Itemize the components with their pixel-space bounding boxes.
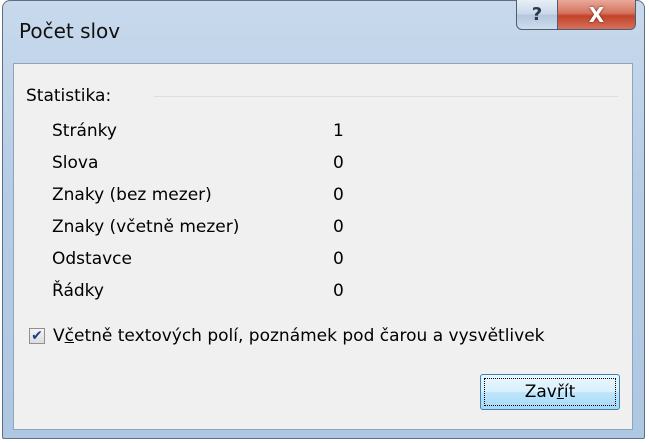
- dialog-title: Počet slov: [19, 19, 121, 43]
- help-button[interactable]: ?: [516, 0, 558, 30]
- close-button[interactable]: Zavřít: [480, 374, 620, 410]
- stat-label: Slova: [52, 153, 99, 173]
- stat-value: 0: [333, 185, 344, 205]
- stat-value: 0: [333, 153, 344, 173]
- include-textboxes-label[interactable]: Včetně textových polí, poznámek pod čaro…: [53, 326, 545, 346]
- help-icon: ?: [531, 4, 543, 25]
- caption-buttons: ? X: [516, 0, 636, 30]
- stat-value: 0: [333, 249, 344, 269]
- stat-value: 0: [333, 281, 344, 301]
- window-close-button[interactable]: X: [558, 0, 636, 30]
- group-divider: [154, 96, 618, 97]
- stat-value: 0: [333, 217, 344, 237]
- checkmark-icon: ✔: [31, 328, 43, 344]
- stat-label: Stránky: [52, 121, 117, 141]
- statistics-group-label: Statistika:: [26, 86, 112, 106]
- focus-rectangle: [484, 378, 616, 406]
- close-icon: X: [588, 2, 605, 27]
- stat-label: Znaky (včetně mezer): [52, 217, 240, 237]
- stat-label: Odstavce: [52, 249, 132, 269]
- stat-label: Řádky: [52, 281, 104, 301]
- dialog-body: Statistika: Stránky 1 Slova 0 Znaky (bez…: [13, 63, 633, 430]
- stat-value: 1: [333, 121, 344, 141]
- include-textboxes-checkbox[interactable]: ✔: [29, 328, 45, 344]
- word-count-dialog: Počet slov ? X Statistika: Stránky 1 Slo…: [2, 0, 645, 439]
- stat-label: Znaky (bez mezer): [52, 185, 212, 205]
- include-textboxes-option[interactable]: ✔ Včetně textových polí, poznámek pod ča…: [29, 326, 545, 346]
